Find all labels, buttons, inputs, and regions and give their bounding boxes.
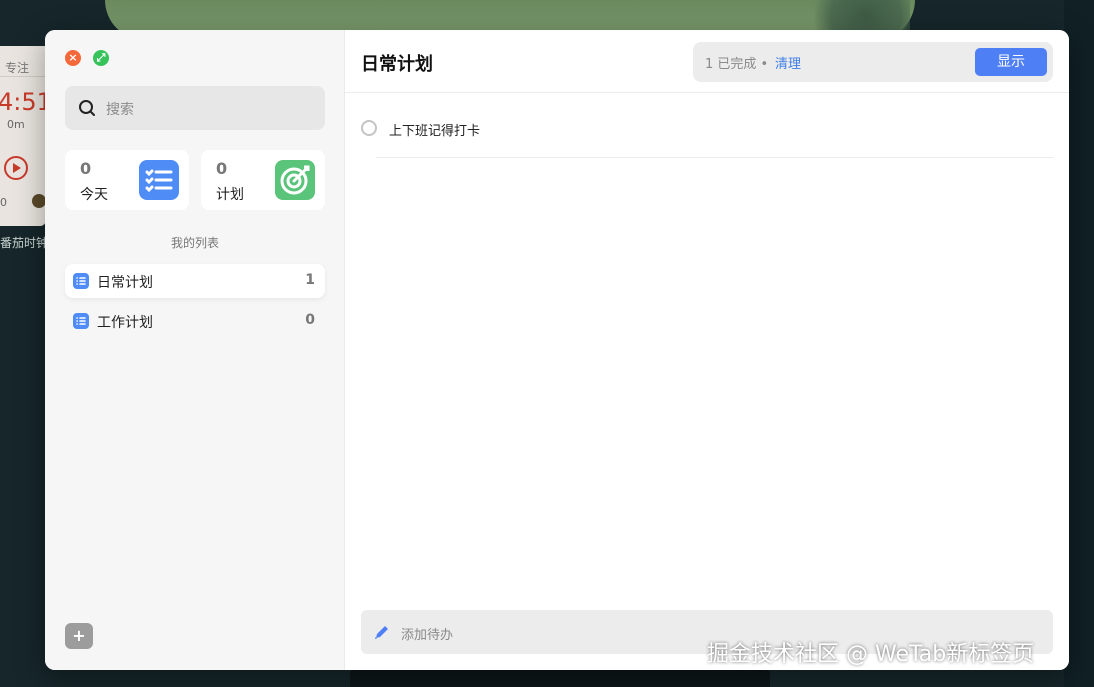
plan-count: 0 — [216, 159, 228, 178]
main-panel: 日常计划 1 已完成 • 清理 显示 上下班记得打卡 添加待办 — [345, 30, 1069, 670]
expand-icon: ⤢ — [96, 51, 106, 64]
pomodoro-widget: 专注 4:51 0m 0 — [0, 46, 46, 226]
todo-window: × ⤢ 搜索 0 今天 0 计划 我的列表 日常计划 1 工作计划 0 + 日常… — [45, 30, 1069, 670]
search-placeholder: 搜索 — [106, 102, 134, 118]
add-todo-placeholder: 添加待办 — [401, 628, 454, 643]
widget-divider — [0, 76, 46, 77]
widget-minutes: 0m — [7, 118, 25, 131]
background-silhouette — [350, 668, 770, 687]
list-count: 1 — [305, 272, 315, 288]
pencil-icon — [375, 626, 388, 639]
today-card[interactable]: 0 今天 — [65, 150, 189, 210]
list-icon — [73, 313, 89, 329]
plan-card[interactable]: 0 计划 — [201, 150, 325, 210]
main-header: 日常计划 1 已完成 • 清理 显示 — [345, 30, 1069, 93]
widget-count: 0 — [0, 196, 7, 209]
close-icon: × — [68, 51, 78, 64]
page-title: 日常计划 — [361, 54, 433, 75]
target-icon — [275, 160, 315, 200]
sidebar-item-work-plan[interactable]: 工作计划 0 — [65, 304, 325, 338]
plan-label: 计划 — [216, 187, 244, 203]
checklist-icon — [139, 160, 179, 200]
my-lists-heading: 我的列表 — [170, 236, 219, 250]
clear-completed-link[interactable]: 清理 — [775, 53, 801, 72]
add-list-button[interactable]: + — [65, 623, 93, 649]
close-button[interactable]: × — [65, 50, 81, 66]
task-checkbox[interactable] — [361, 120, 377, 136]
completed-count: 1 已完成 • — [705, 57, 769, 72]
list-label: 工作计划 — [97, 315, 153, 331]
today-count: 0 — [80, 159, 92, 178]
watermark: 掘金技术社区 @ WeTab新标签页 — [707, 642, 1035, 667]
widget-label: 番茄时钟 — [0, 236, 49, 250]
search-icon — [79, 100, 95, 116]
widget-avatar — [32, 194, 46, 208]
today-label: 今天 — [80, 187, 108, 203]
task-divider — [376, 157, 1053, 158]
list-label: 日常计划 — [97, 275, 153, 291]
task-item: 上下班记得打卡 — [361, 110, 1053, 158]
show-completed-button[interactable]: 显示 — [975, 48, 1047, 76]
sidebar: × ⤢ 搜索 0 今天 0 计划 我的列表 日常计划 1 工作计划 0 + — [45, 30, 345, 670]
widget-time: 4:51 — [0, 88, 46, 116]
task-title[interactable]: 上下班记得打卡 — [389, 120, 480, 139]
widget-tab: 专注 — [5, 61, 30, 75]
expand-button[interactable]: ⤢ — [93, 50, 109, 66]
play-icon — [4, 156, 28, 180]
list-icon — [73, 273, 89, 289]
sidebar-item-daily-plan[interactable]: 日常计划 1 — [65, 264, 325, 298]
search-input[interactable]: 搜索 — [65, 86, 325, 130]
completion-bar: 1 已完成 • 清理 显示 — [693, 42, 1053, 82]
list-count: 0 — [305, 312, 315, 328]
